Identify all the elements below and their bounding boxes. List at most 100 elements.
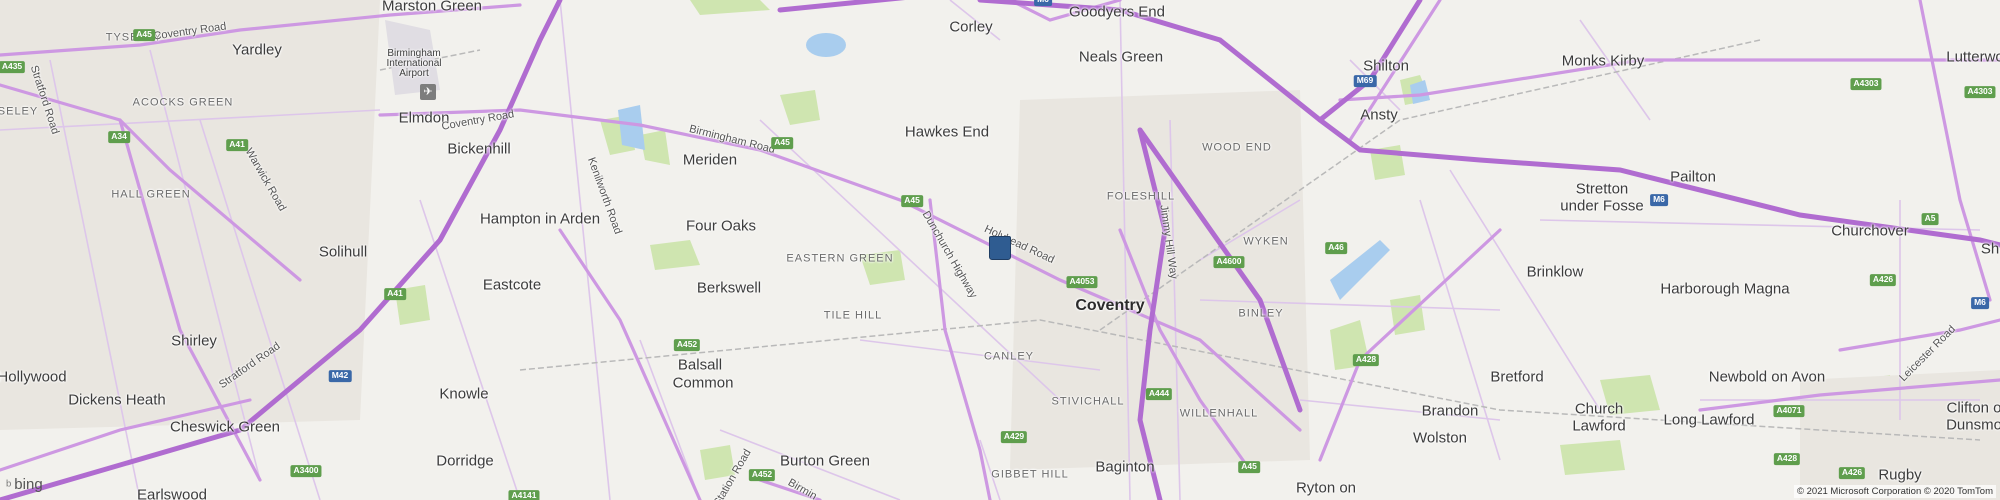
bing-logo[interactable]: ᵇ bing bbox=[6, 476, 43, 493]
road-shield: A428 bbox=[1773, 453, 1801, 465]
place-label: Berkswell bbox=[696, 279, 762, 297]
road-shield: A45 bbox=[771, 137, 793, 149]
place-label: Corley bbox=[949, 18, 993, 36]
place-label: Bickenhill bbox=[447, 140, 511, 158]
park bbox=[780, 90, 820, 125]
place-label: Sh bbox=[1980, 240, 2000, 258]
place-label: under Fosse bbox=[1560, 197, 1644, 215]
district-label: STIVICHALL bbox=[1051, 395, 1125, 408]
district-label: WOOD END bbox=[1202, 141, 1272, 154]
place-label: Stretton bbox=[1575, 180, 1629, 198]
place-label: Harborough Magna bbox=[1660, 280, 1790, 298]
road-shield: A4600 bbox=[1213, 256, 1245, 268]
place-label: Long Lawford bbox=[1663, 411, 1755, 429]
road-shield: A444 bbox=[1145, 388, 1173, 400]
place-label: Burton Green bbox=[779, 452, 871, 470]
place-label: Ansty bbox=[1360, 106, 1398, 124]
place-label: Bretford bbox=[1490, 368, 1544, 386]
place-label: Goodyers End bbox=[1069, 3, 1165, 21]
place-label: Knowle bbox=[439, 385, 489, 403]
place-label: Wolston bbox=[1413, 429, 1467, 447]
place-label: Dunsmo bbox=[1946, 416, 2000, 434]
place-label: Marston Green bbox=[381, 0, 483, 15]
road-shield: A435 bbox=[0, 61, 26, 73]
park bbox=[690, 0, 770, 15]
place-label: Hawkes End bbox=[904, 123, 990, 141]
place-label: Shirley bbox=[171, 332, 217, 350]
district-label: ACOCKS GREEN bbox=[132, 96, 234, 109]
district-label: EASTERN GREEN bbox=[786, 252, 894, 265]
bing-logo-icon: ᵇ bbox=[6, 476, 12, 493]
place-label: Churchover bbox=[1831, 222, 1909, 240]
map-view[interactable]: ✈ Marston Green Yardley Birmingham Inter… bbox=[0, 0, 2000, 500]
road-shield: A3400 bbox=[290, 465, 322, 477]
road-shield: A34 bbox=[108, 131, 130, 143]
road-shield: A4303 bbox=[1964, 86, 1996, 98]
district-label: TILE HILL bbox=[823, 309, 883, 322]
road-shield: A41 bbox=[384, 288, 406, 300]
place-label: Baginton bbox=[1095, 458, 1155, 476]
place-label: Pailton bbox=[1670, 168, 1716, 186]
road-shield: A46 bbox=[1325, 242, 1347, 254]
place-label: Brandon bbox=[1421, 402, 1479, 420]
place-label: Eastcote bbox=[482, 276, 542, 294]
road-shield: A45 bbox=[133, 29, 155, 41]
district-label: CANLEY bbox=[983, 350, 1035, 363]
road-shield: A41 bbox=[226, 139, 248, 151]
airport-icon: ✈ bbox=[420, 84, 436, 100]
road-shield: A452 bbox=[748, 469, 776, 481]
road-shield: A452 bbox=[673, 339, 701, 351]
place-label: Lawford bbox=[1572, 417, 1626, 435]
place-label: Common bbox=[672, 374, 734, 392]
place-label: Four Oaks bbox=[685, 217, 757, 235]
road-shield: M69 bbox=[1353, 75, 1377, 87]
road-shield: A429 bbox=[1000, 431, 1028, 443]
district-label: GIBBET HILL bbox=[991, 468, 1069, 481]
lake bbox=[806, 33, 846, 57]
road-shield: A5 bbox=[1921, 213, 1939, 225]
park bbox=[1560, 440, 1625, 475]
airport-label: Birmingham International Airport bbox=[386, 48, 442, 79]
district-label: WILLENHALL bbox=[1179, 407, 1259, 420]
map-pin-icon[interactable] bbox=[989, 236, 1011, 260]
place-label: Neals Green bbox=[1078, 48, 1164, 66]
road-shield: A4141 bbox=[508, 490, 540, 500]
district-label: HALL GREEN bbox=[111, 188, 191, 201]
bing-logo-text: bing bbox=[14, 476, 43, 493]
road-shield: M6 bbox=[1034, 0, 1052, 6]
place-label: Solihull bbox=[318, 243, 368, 261]
district-label: BINLEY bbox=[1238, 307, 1284, 320]
place-label: Yardley bbox=[232, 41, 282, 59]
road-shield: A45 bbox=[901, 195, 923, 207]
place-label: Monks Kirby bbox=[1561, 52, 1645, 70]
road-shield: A4303 bbox=[1850, 78, 1882, 90]
place-label: Dickens Heath bbox=[68, 391, 166, 409]
district-label: SELEY bbox=[0, 105, 39, 118]
place-label: Lutterwo bbox=[1946, 48, 2000, 66]
place-label: Newbold on Avon bbox=[1708, 368, 1826, 386]
place-label: Church bbox=[1574, 400, 1624, 418]
road-shield: A4071 bbox=[1773, 405, 1805, 417]
map-attribution[interactable]: © 2021 Microsoft Corporation © 2020 TomT… bbox=[1794, 485, 1996, 498]
place-label: Rugby bbox=[1878, 466, 1922, 484]
place-label: Clifton o bbox=[1946, 399, 2000, 417]
road-shield: A45 bbox=[1238, 461, 1260, 473]
road-shield: A426 bbox=[1869, 274, 1897, 286]
place-label: Hampton in Arden bbox=[479, 210, 601, 228]
place-label: Cheswick Green bbox=[169, 418, 281, 436]
place-label: Hollywood bbox=[0, 368, 67, 386]
place-label: Dorridge bbox=[436, 452, 494, 470]
road-shield: A426 bbox=[1838, 467, 1866, 479]
road-shield: A4053 bbox=[1066, 276, 1098, 288]
road-shield: A428 bbox=[1352, 354, 1380, 366]
road-shield: M42 bbox=[328, 370, 352, 382]
place-label: Earlswood bbox=[136, 486, 208, 500]
city-label: Coventry bbox=[1075, 297, 1145, 314]
place-label: Shilton bbox=[1363, 57, 1409, 75]
road-shield: M6 bbox=[1650, 194, 1668, 206]
place-label: Meriden bbox=[682, 151, 738, 169]
place-label: Ryton on bbox=[1295, 479, 1357, 497]
place-label: Brinklow bbox=[1526, 263, 1584, 281]
road-shield: M6 bbox=[1971, 297, 1989, 309]
place-label: Balsall bbox=[677, 356, 723, 374]
